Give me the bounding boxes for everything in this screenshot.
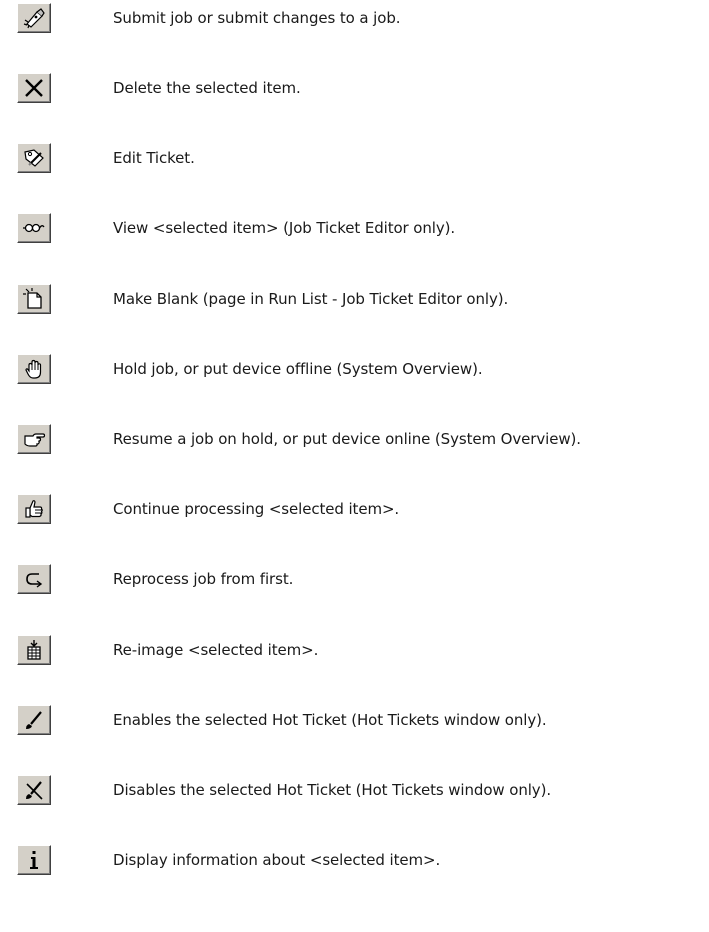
edit-ticket-icon (24, 149, 44, 167)
legend-row-submit: Submit job or submit changes to a job. (0, 0, 709, 40)
resume-icon (24, 433, 46, 447)
hold-button[interactable] (17, 354, 51, 384)
legend-text-hold: Hold job, or put device offline (System … (113, 360, 483, 378)
legend-row-resume: Resume a job on hold, or put device onli… (0, 421, 709, 461)
legend-row-enable-hot-ticket: Enables the selected Hot Ticket (Hot Tic… (0, 702, 709, 742)
view-button[interactable] (17, 213, 51, 243)
legend-text-make-blank: Make Blank (page in Run List - Job Ticke… (113, 290, 509, 308)
submit-button[interactable] (17, 3, 51, 33)
reprocess-icon (26, 573, 43, 588)
make-blank-button[interactable] (17, 284, 51, 314)
re-image-icon (27, 640, 41, 660)
legend-row-hold: Hold job, or put device offline (System … (0, 351, 709, 391)
delete-button[interactable] (17, 73, 51, 103)
reprocess-button[interactable] (17, 564, 51, 594)
legend-text-enable-hot-ticket: Enables the selected Hot Ticket (Hot Tic… (113, 711, 547, 729)
legend-text-info: Display information about <selected item… (113, 851, 441, 869)
legend-row-delete: Delete the selected item. (0, 70, 709, 110)
disable-hot-ticket-icon (26, 781, 43, 800)
legend-text-delete: Delete the selected item. (113, 79, 301, 97)
re-image-button[interactable] (17, 635, 51, 665)
resume-button[interactable] (17, 424, 51, 454)
legend-text-continue: Continue processing <selected item>. (113, 500, 400, 518)
make-blank-icon (23, 288, 42, 309)
enable-hot-ticket-button[interactable] (17, 705, 51, 735)
edit-ticket-button[interactable] (17, 143, 51, 173)
legend-text-re-image: Re-image <selected item>. (113, 641, 319, 659)
legend-text-resume: Resume a job on hold, or put device onli… (113, 430, 581, 448)
legend-row-info: Display information about <selected item… (0, 842, 709, 882)
legend-row-make-blank: Make Blank (page in Run List - Job Ticke… (0, 281, 709, 321)
info-button[interactable] (17, 845, 51, 875)
legend-text-reprocess: Reprocess job from first. (113, 570, 294, 588)
legend-row-disable-hot-ticket: Disables the selected Hot Ticket (Hot Ti… (0, 772, 709, 812)
view-icon (23, 223, 45, 233)
legend-text-view: View <selected item> (Job Ticket Editor … (113, 219, 456, 237)
submit-icon (23, 8, 45, 29)
disable-hot-ticket-button[interactable] (17, 775, 51, 805)
legend-text-edit-ticket: Edit Ticket. (113, 149, 195, 167)
delete-icon (25, 79, 43, 97)
legend-text-disable-hot-ticket: Disables the selected Hot Ticket (Hot Ti… (113, 781, 551, 799)
legend-row-view: View <selected item> (Job Ticket Editor … (0, 210, 709, 250)
legend-row-re-image: Re-image <selected item>. (0, 632, 709, 672)
continue-icon (25, 500, 43, 518)
legend-row-edit-ticket: Edit Ticket. (0, 140, 709, 180)
enable-hot-ticket-icon (26, 711, 42, 729)
legend-text-submit: Submit job or submit changes to a job. (113, 9, 401, 27)
legend-row-reprocess: Reprocess job from first. (0, 561, 709, 601)
info-icon (30, 851, 38, 869)
legend-row-continue: Continue processing <selected item>. (0, 491, 709, 531)
hold-icon (25, 359, 42, 379)
continue-button[interactable] (17, 494, 51, 524)
